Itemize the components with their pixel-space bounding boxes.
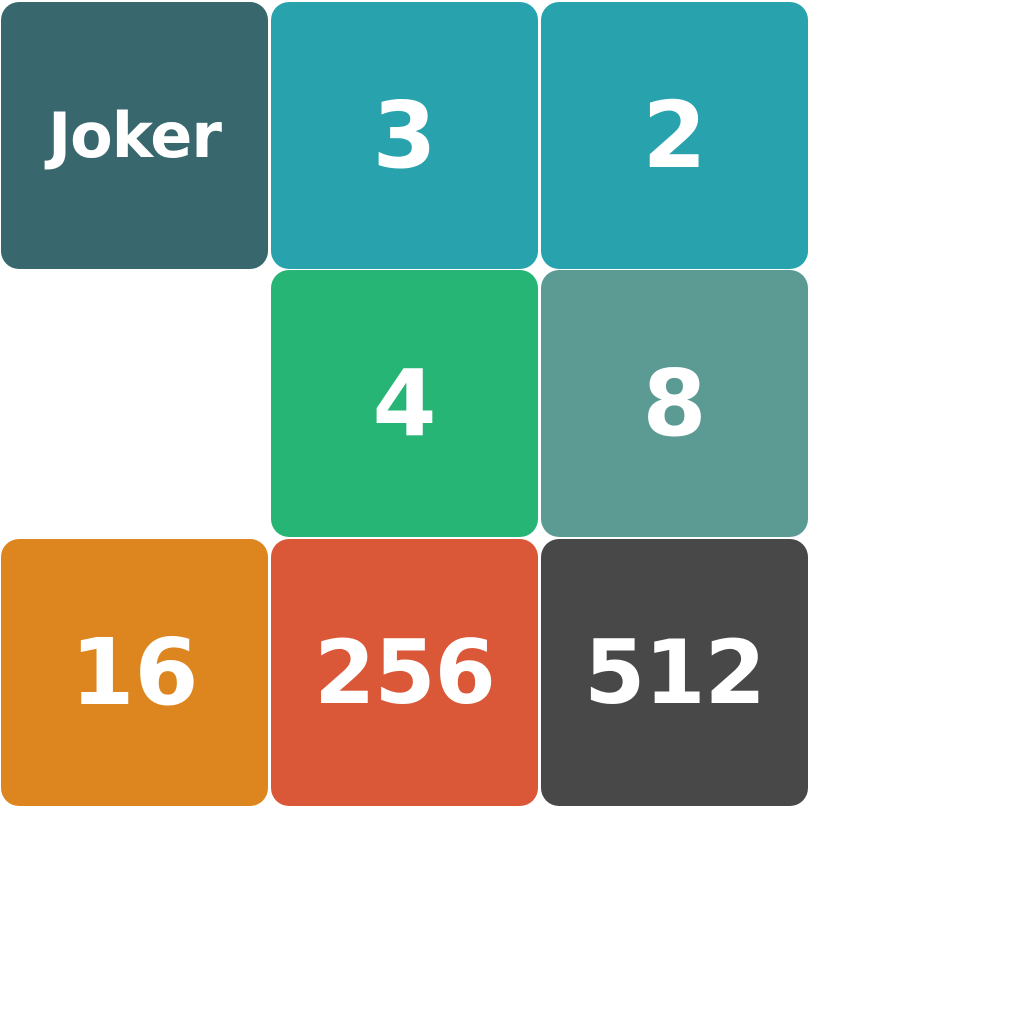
tile-4[interactable]: 4 <box>271 270 538 537</box>
tile-256[interactable]: 256 <box>271 539 538 806</box>
tile-label: 4 <box>372 349 437 457</box>
game-board: Joker 3 2 4 8 16 256 512 <box>0 0 810 808</box>
tile-label: 3 <box>372 81 437 189</box>
tile-label: 8 <box>642 349 707 457</box>
tile-label: 256 <box>314 620 496 724</box>
tile-8[interactable]: 8 <box>541 270 808 537</box>
tile-label: 2 <box>642 81 707 189</box>
tile-2[interactable]: 2 <box>541 2 808 269</box>
tile-label: 16 <box>70 618 199 726</box>
tile-16[interactable]: 16 <box>1 539 268 806</box>
tile-label: Joker <box>48 98 222 172</box>
tile-512[interactable]: 512 <box>541 539 808 806</box>
tile-3[interactable]: 3 <box>271 2 538 269</box>
tile-label: 512 <box>584 620 766 724</box>
tile-joker[interactable]: Joker <box>1 2 268 269</box>
